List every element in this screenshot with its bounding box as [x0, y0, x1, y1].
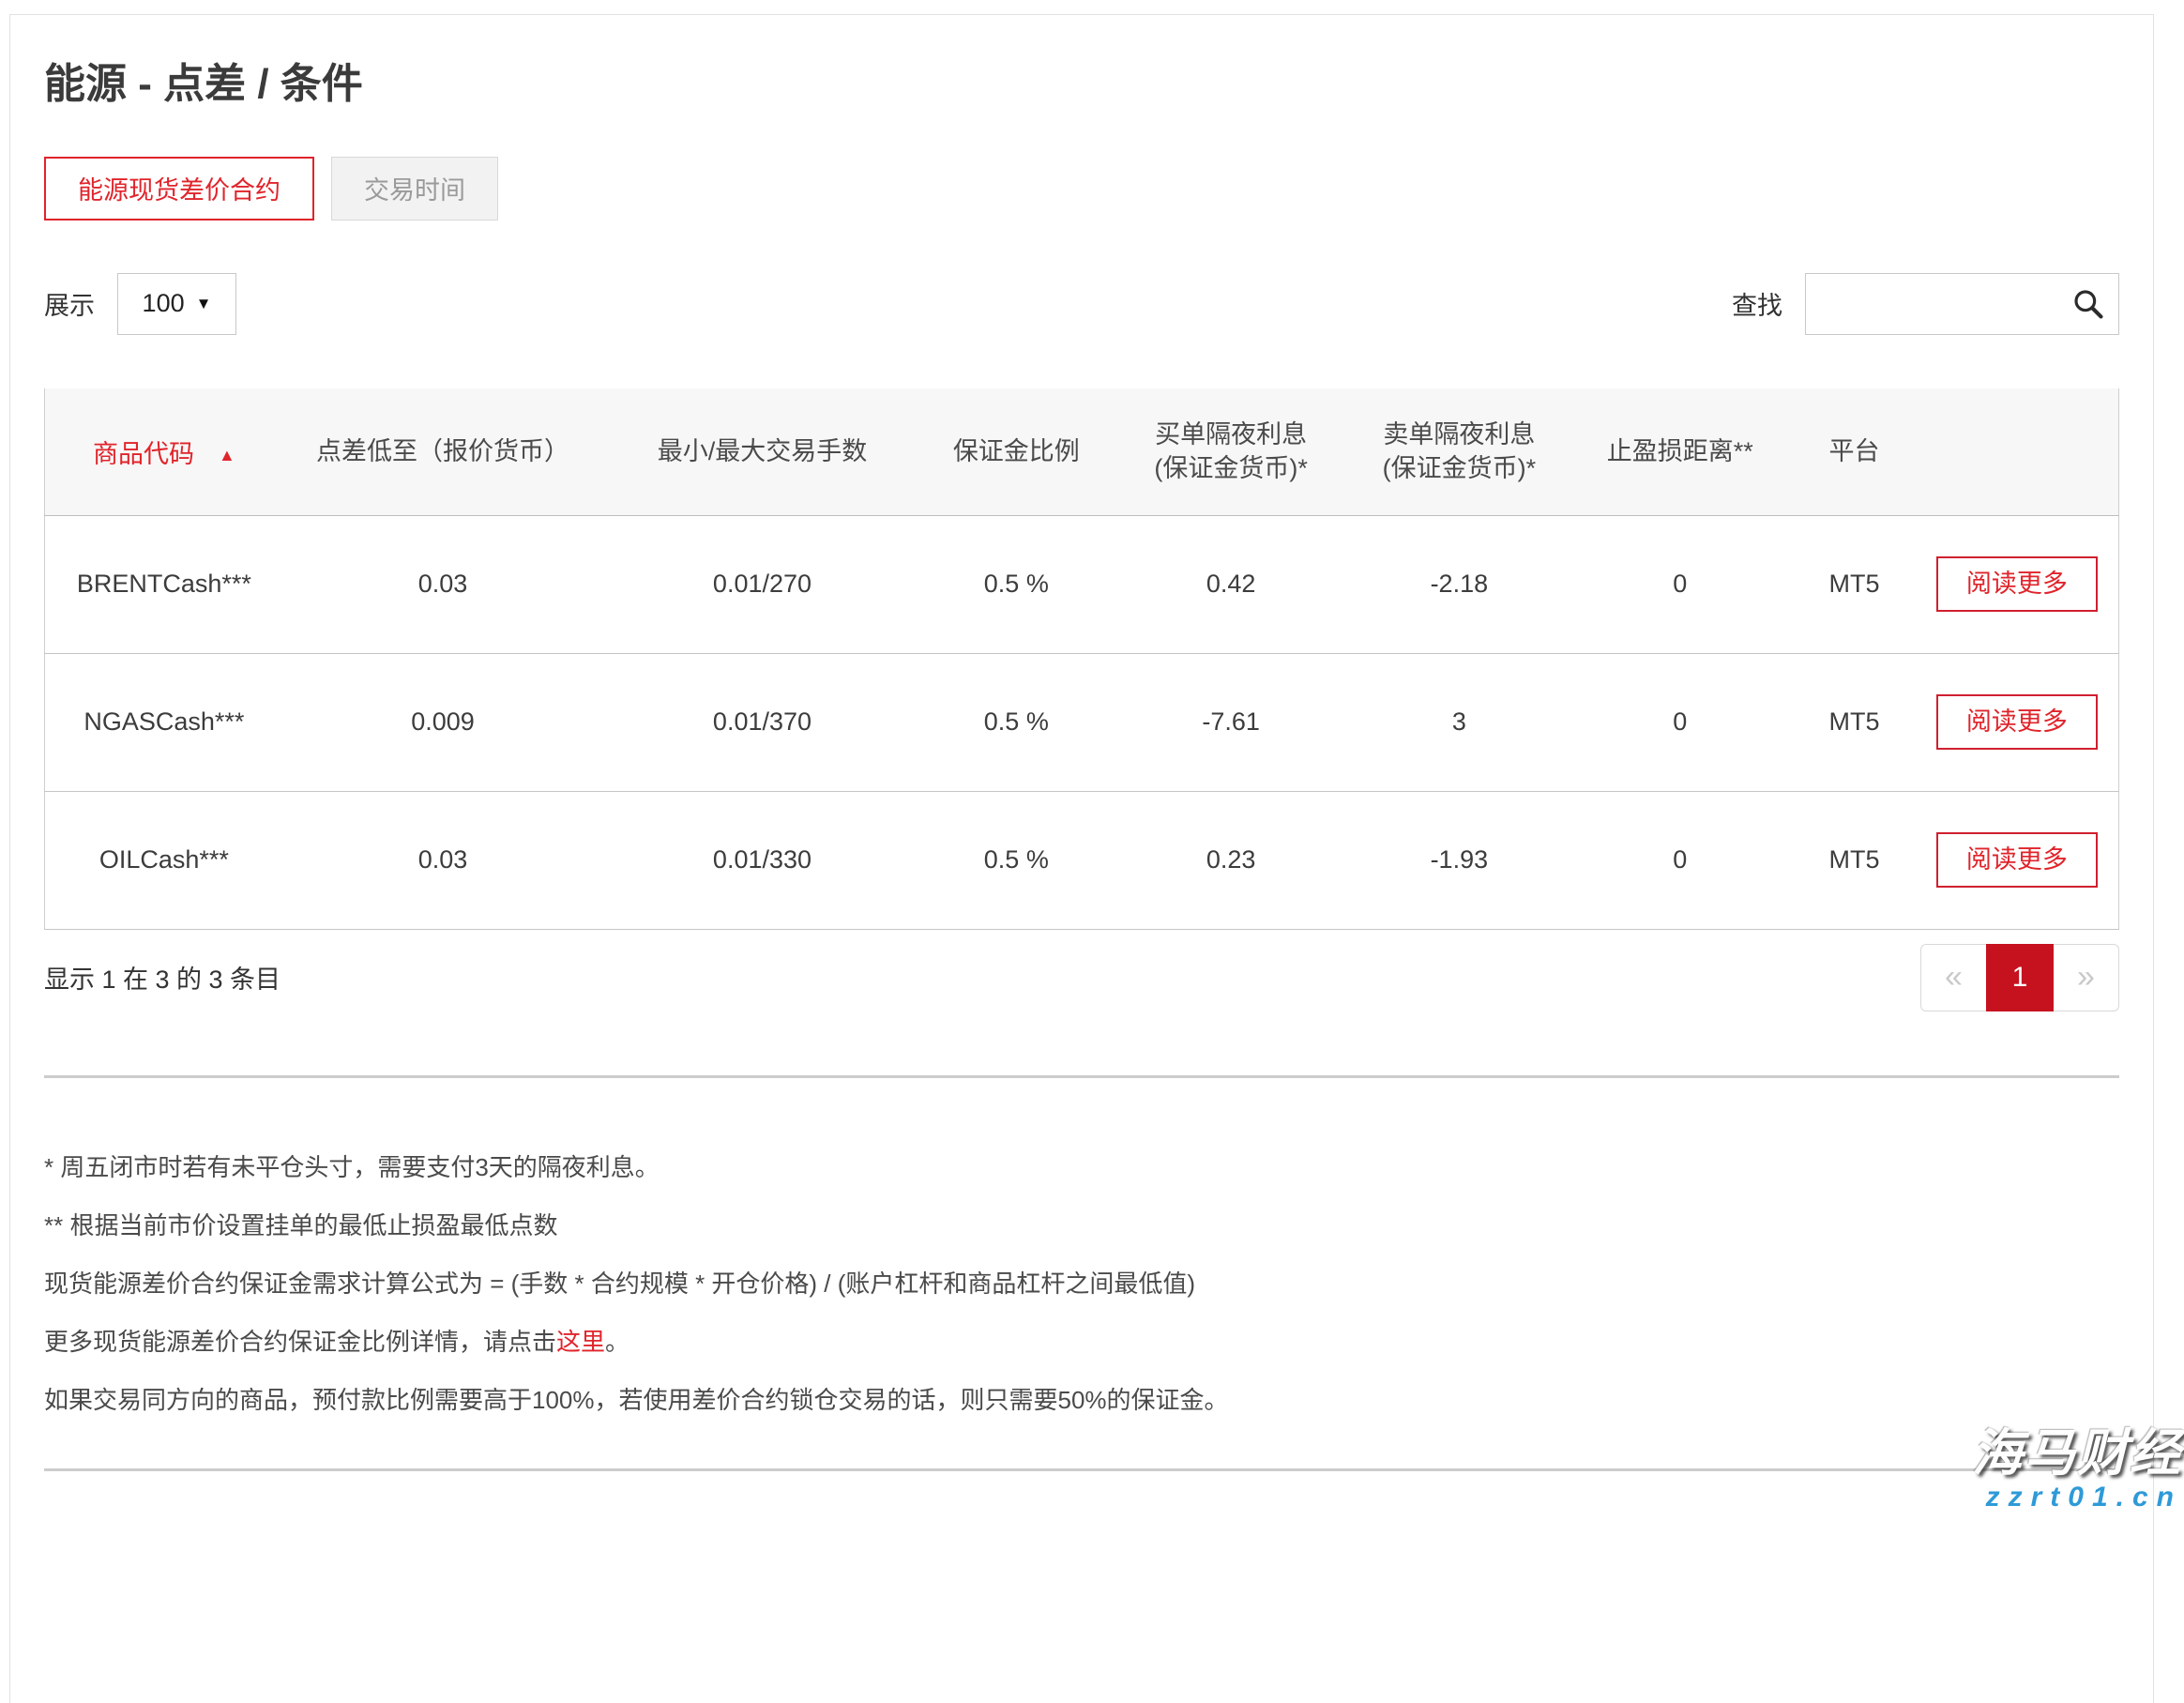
footnote-2: ** 根据当前市价设置挂单的最低止损盈最低点数	[44, 1209, 2119, 1241]
page-title: 能源 - 点差 / 条件	[44, 60, 2119, 110]
entries-info: 显示 1 在 3 的 3 条目	[44, 959, 281, 996]
pagination-prev-button[interactable]: «	[1920, 944, 1986, 1011]
cell-actions: 阅读更多	[1916, 515, 2119, 653]
table-row: NGASCash*** 0.009 0.01/370 0.5 % -7.61 3…	[45, 653, 2119, 791]
cell-platform: MT5	[1793, 791, 1915, 929]
cell-actions: 阅读更多	[1916, 653, 2119, 791]
cell-spread-from: 0.009	[283, 653, 602, 791]
table-controls: 展示 100 ▼ 查找	[44, 273, 2119, 335]
content-card: 能源 - 点差 / 条件 能源现货差价合约 交易时间 展示 100 ▼ 查找	[9, 14, 2154, 1703]
cell-product-code: NGASCash***	[45, 653, 283, 791]
header-product-code[interactable]: 商品代码 ▲	[45, 388, 283, 516]
pagination: « 1 »	[1920, 944, 2119, 1011]
header-platform[interactable]: 平台	[1793, 388, 1915, 516]
cell-sl-tp-distance: 0	[1567, 791, 1793, 929]
tab-energy-spot-cfd[interactable]: 能源现货差价合约	[44, 157, 314, 220]
here-link[interactable]: 这里	[556, 1328, 605, 1356]
cell-buy-swap: 0.42	[1111, 515, 1351, 653]
cell-min-max-lots: 0.01/330	[602, 791, 921, 929]
cell-margin-ratio: 0.5 %	[922, 791, 1111, 929]
cell-sell-swap: 3	[1351, 653, 1567, 791]
search-icon[interactable]	[2070, 286, 2106, 322]
cell-actions: 阅读更多	[1916, 791, 2119, 929]
double-chevron-right-icon: »	[2077, 959, 2095, 996]
divider	[44, 1468, 2119, 1471]
footnote-4: 更多现货能源差价合约保证金比例详情，请点击这里。	[44, 1326, 2119, 1358]
header-actions	[1916, 388, 2119, 516]
cell-product-code: OILCash***	[45, 791, 283, 929]
table-row: OILCash*** 0.03 0.01/330 0.5 % 0.23 -1.9…	[45, 791, 2119, 929]
header-min-max-lots[interactable]: 最小/最大交易手数	[602, 388, 921, 516]
instruments-table: 商品代码 ▲ 点差低至（报价货币） 最小/最大交易手数 保证金比例 买单隔夜利息 …	[44, 388, 2119, 930]
cell-buy-swap: 0.23	[1111, 791, 1351, 929]
footnote-3: 现货能源差价合约保证金需求计算公式为 = (手数 * 合约规模 * 开仓价格) …	[44, 1268, 2119, 1300]
tab-energy-spot-cfd-label: 能源现货差价合约	[78, 170, 281, 206]
caret-down-icon: ▼	[196, 295, 212, 313]
header-spread-from[interactable]: 点差低至（报价货币）	[283, 388, 602, 516]
cell-buy-swap: -7.61	[1111, 653, 1351, 791]
tab-trading-hours[interactable]: 交易时间	[331, 157, 498, 220]
double-chevron-left-icon: «	[1945, 959, 1963, 996]
read-more-button[interactable]: 阅读更多	[1936, 694, 2098, 750]
cell-spread-from: 0.03	[283, 791, 602, 929]
table-header-row: 商品代码 ▲ 点差低至（报价货币） 最小/最大交易手数 保证金比例 买单隔夜利息 …	[45, 388, 2119, 516]
read-more-button[interactable]: 阅读更多	[1936, 832, 2098, 888]
cell-sell-swap: -2.18	[1351, 515, 1567, 653]
cell-platform: MT5	[1793, 515, 1915, 653]
cell-sl-tp-distance: 0	[1567, 653, 1793, 791]
cell-min-max-lots: 0.01/370	[602, 653, 921, 791]
cell-min-max-lots: 0.01/270	[602, 515, 921, 653]
cell-sl-tp-distance: 0	[1567, 515, 1793, 653]
cell-margin-ratio: 0.5 %	[922, 515, 1111, 653]
pagination-next-button[interactable]: »	[2054, 944, 2119, 1011]
divider	[44, 1075, 2119, 1078]
page-size-select[interactable]: 100 ▼	[117, 273, 236, 335]
cell-sell-swap: -1.93	[1351, 791, 1567, 929]
search-label: 查找	[1732, 285, 1782, 322]
footnote-5: 如果交易同方向的商品，预付款比例需要高于100%，若使用差价合约锁仓交易的话，则…	[44, 1384, 2119, 1416]
pagination-page-1[interactable]: 1	[1986, 944, 2054, 1011]
footnote-1: * 周五闭市时若有未平仓头寸，需要支付3天的隔夜利息。	[44, 1151, 2119, 1183]
header-product-code-label: 商品代码	[93, 440, 194, 468]
cell-spread-from: 0.03	[283, 515, 602, 653]
cell-platform: MT5	[1793, 653, 1915, 791]
tab-trading-hours-label: 交易时间	[364, 170, 465, 206]
read-more-button[interactable]: 阅读更多	[1936, 556, 2098, 612]
footnotes: * 周五闭市时若有未平仓头寸，需要支付3天的隔夜利息。 ** 根据当前市价设置挂…	[44, 1151, 2119, 1416]
table-footer: 显示 1 在 3 的 3 条目 « 1 »	[44, 944, 2119, 1011]
header-buy-swap[interactable]: 买单隔夜利息 (保证金货币)*	[1111, 388, 1351, 516]
cell-product-code: BRENTCash***	[45, 515, 283, 653]
sort-asc-icon: ▲	[219, 446, 235, 464]
page-size-value: 100	[143, 289, 185, 318]
show-label: 展示	[44, 285, 95, 322]
header-sell-swap[interactable]: 卖单隔夜利息 (保证金货币)*	[1351, 388, 1567, 516]
header-margin-ratio[interactable]: 保证金比例	[922, 388, 1111, 516]
header-sl-tp-distance[interactable]: 止盈损距离**	[1567, 388, 1793, 516]
table-row: BRENTCash*** 0.03 0.01/270 0.5 % 0.42 -2…	[45, 515, 2119, 653]
tab-bar: 能源现货差价合约 交易时间	[44, 157, 2119, 220]
cell-margin-ratio: 0.5 %	[922, 653, 1111, 791]
